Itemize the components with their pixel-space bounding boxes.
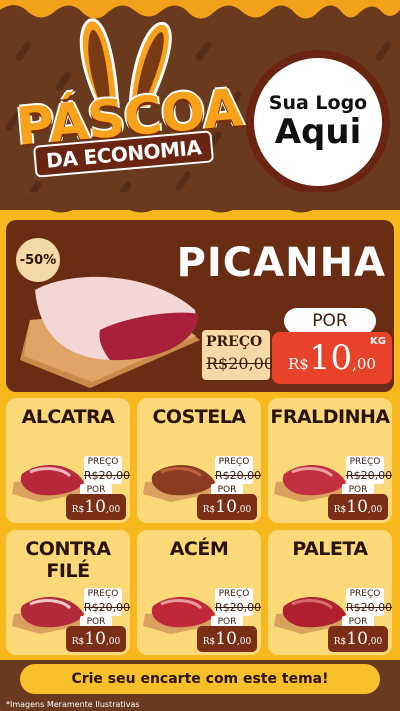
price-value: R$10,00 — [197, 626, 257, 652]
preco-label: PREÇO — [349, 457, 381, 467]
hero-old-price: R$20,00 — [206, 354, 275, 373]
header-wave — [0, 192, 400, 213]
hero-por-label: POR — [284, 308, 376, 334]
price-int: 10 — [215, 629, 237, 649]
price-prefix: R$ — [202, 637, 216, 647]
featured-product: -50% PICANHA PREÇO R$20,00 POR R$10,00 K… — [6, 220, 394, 392]
product-name: ACÉM — [169, 538, 229, 560]
price-cents: ,00 — [236, 637, 252, 647]
product-name: PALETA — [292, 538, 368, 560]
header-banner: PÁSCOA DA ECONOMIA Sua Logo Aqui — [0, 0, 400, 210]
hero-new-price: POR R$10,00 KG — [272, 306, 392, 384]
hero-price-int: 10 — [308, 338, 353, 378]
product-name: CONTRA FILÉ — [25, 538, 111, 582]
price-prefix: R$ — [202, 505, 216, 515]
new-price: POR R$10,00 — [328, 616, 388, 652]
price-prefix: R$ — [333, 637, 347, 647]
preco-label: PREÇO — [218, 589, 250, 599]
preco-label: PREÇO — [218, 457, 250, 467]
price-int: 10 — [215, 497, 237, 517]
old-price: R$20,00 — [215, 469, 261, 482]
logo-line2: Aqui — [274, 111, 362, 152]
discount-badge: -50% — [16, 238, 60, 282]
price-int: 10 — [84, 497, 106, 517]
product-card: PALETA PREÇO R$20,00 POR R$10,00 — [268, 530, 392, 655]
hero-old-price-tag: PREÇO R$20,00 — [202, 330, 274, 380]
old-price-tag: PREÇO R$20,00 — [346, 588, 392, 616]
price-value: R$10,00 — [66, 494, 126, 520]
price-prefix: R$ — [333, 505, 347, 515]
product-card: ALCATRA PREÇO R$20,00 POR R$10,00 — [6, 398, 130, 523]
old-price: R$20,00 — [84, 601, 130, 614]
product-name: COSTELA — [152, 406, 246, 428]
footer: Crie seu encarte com este tema! *Imagens… — [0, 660, 400, 711]
product-card: COSTELA PREÇO R$20,00 POR R$10,00 — [137, 398, 261, 523]
price-value: R$10,00 — [197, 494, 257, 520]
price-cents: ,00 — [105, 505, 121, 515]
preco-label: PREÇO — [87, 589, 119, 599]
new-price: POR R$10,00 — [197, 484, 257, 520]
preco-label: PREÇO — [349, 589, 381, 599]
product-card: ACÉM PREÇO R$20,00 POR R$10,00 — [137, 530, 261, 655]
price-cents: ,00 — [367, 637, 383, 647]
cta-banner[interactable]: Crie seu encarte com este tema! — [20, 664, 380, 694]
logo-placeholder: Sua Logo Aqui — [246, 50, 390, 194]
logo-line1: Sua Logo — [268, 91, 368, 114]
price-prefix: R$ — [71, 505, 85, 515]
hero-product-name: PICANHA — [176, 240, 386, 286]
new-price: POR R$10,00 — [66, 484, 126, 520]
product-card: FRALDINHA PREÇO R$20,00 POR R$10,00 — [268, 398, 392, 523]
price-int: 10 — [346, 497, 368, 517]
disclaimer-note: *Imagens Meramente Ilustrativas — [6, 700, 140, 709]
new-price: POR R$10,00 — [197, 616, 257, 652]
old-price-tag: PREÇO R$20,00 — [346, 456, 392, 484]
price-cents: ,00 — [236, 505, 252, 515]
price-value: R$10,00 — [328, 626, 388, 652]
product-name: ALCATRA — [21, 406, 115, 428]
old-price: R$20,00 — [84, 469, 130, 482]
old-price: R$20,00 — [346, 601, 392, 614]
hero-unit: KG — [370, 336, 386, 347]
price-value: R$10,00 — [328, 494, 388, 520]
old-price-tag: PREÇO R$20,00 — [84, 456, 130, 484]
old-price-tag: PREÇO R$20,00 — [215, 456, 261, 484]
price-prefix: R$ — [71, 637, 85, 647]
new-price: POR R$10,00 — [328, 484, 388, 520]
old-price-tag: PREÇO R$20,00 — [215, 588, 261, 616]
old-price: R$20,00 — [346, 469, 392, 482]
price-cents: ,00 — [105, 637, 121, 647]
old-price: R$20,00 — [215, 601, 261, 614]
hero-preco-label: PREÇO — [206, 334, 263, 350]
old-price-tag: PREÇO R$20,00 — [84, 588, 130, 616]
price-int: 10 — [346, 629, 368, 649]
new-price: POR R$10,00 — [66, 616, 126, 652]
price-value: R$10,00 — [66, 626, 126, 652]
flyer-page: PÁSCOA DA ECONOMIA Sua Logo Aqui -50% PI… — [0, 0, 400, 711]
product-card: CONTRA FILÉ PREÇO R$20,00 POR R$10,00 — [6, 530, 130, 655]
hero-price-prefix: R$ — [288, 355, 309, 373]
drip-decoration — [0, 0, 400, 19]
preco-label: PREÇO — [87, 457, 119, 467]
price-cents: ,00 — [367, 505, 383, 515]
hero-price-cents: ,00 — [352, 355, 376, 373]
product-name: FRALDINHA — [270, 406, 390, 428]
price-int: 10 — [84, 629, 106, 649]
